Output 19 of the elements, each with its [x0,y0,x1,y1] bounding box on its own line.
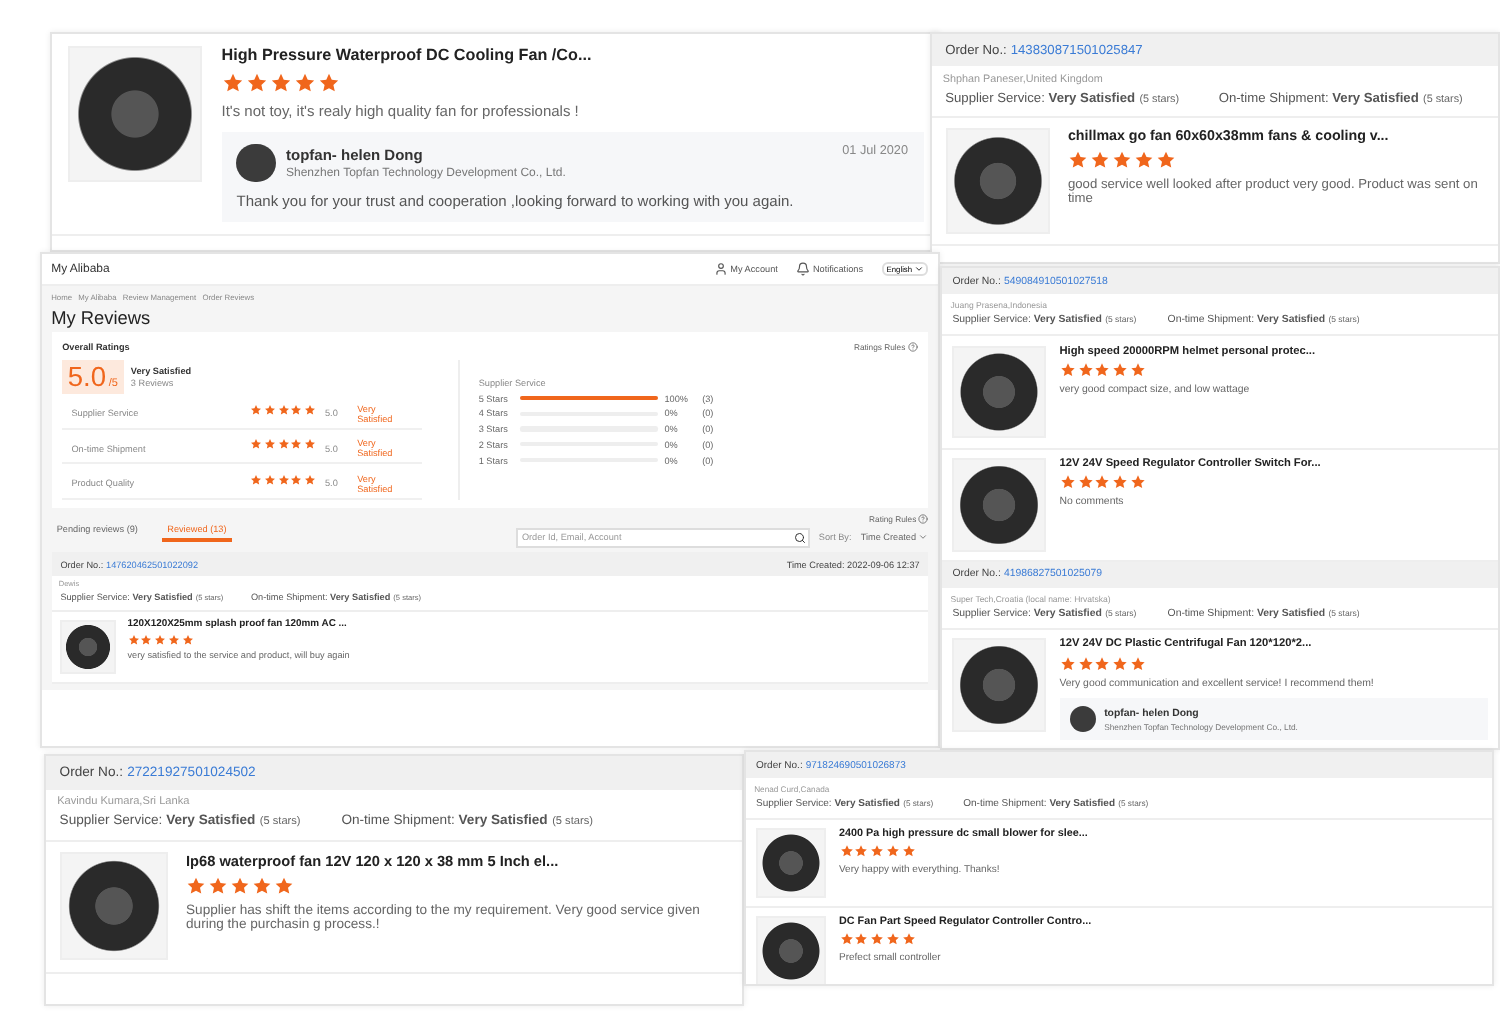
avatar [236,143,276,182]
product-title[interactable]: High Pressure Waterproof DC Cooling Fan /Co... [221,46,923,64]
product-photo-placeholder [67,46,202,181]
product-photo-placeholder [945,128,1051,234]
help-icon [918,513,929,524]
user-icon [713,262,728,277]
product-photo-placeholder [952,457,1046,552]
page-title: My Reviews [51,307,153,328]
product-photo-placeholder [60,619,116,675]
bell-icon [796,262,811,277]
product-photo-placeholder [756,827,826,898]
product-photo-placeholder [952,345,1046,439]
caret-icon [918,532,929,543]
help-icon [907,341,918,352]
product-photo-placeholder [952,638,1046,733]
caret-icon [913,264,924,275]
avatar [1069,705,1097,733]
search-icon[interactable] [793,531,806,544]
product-photo-placeholder [59,851,169,961]
